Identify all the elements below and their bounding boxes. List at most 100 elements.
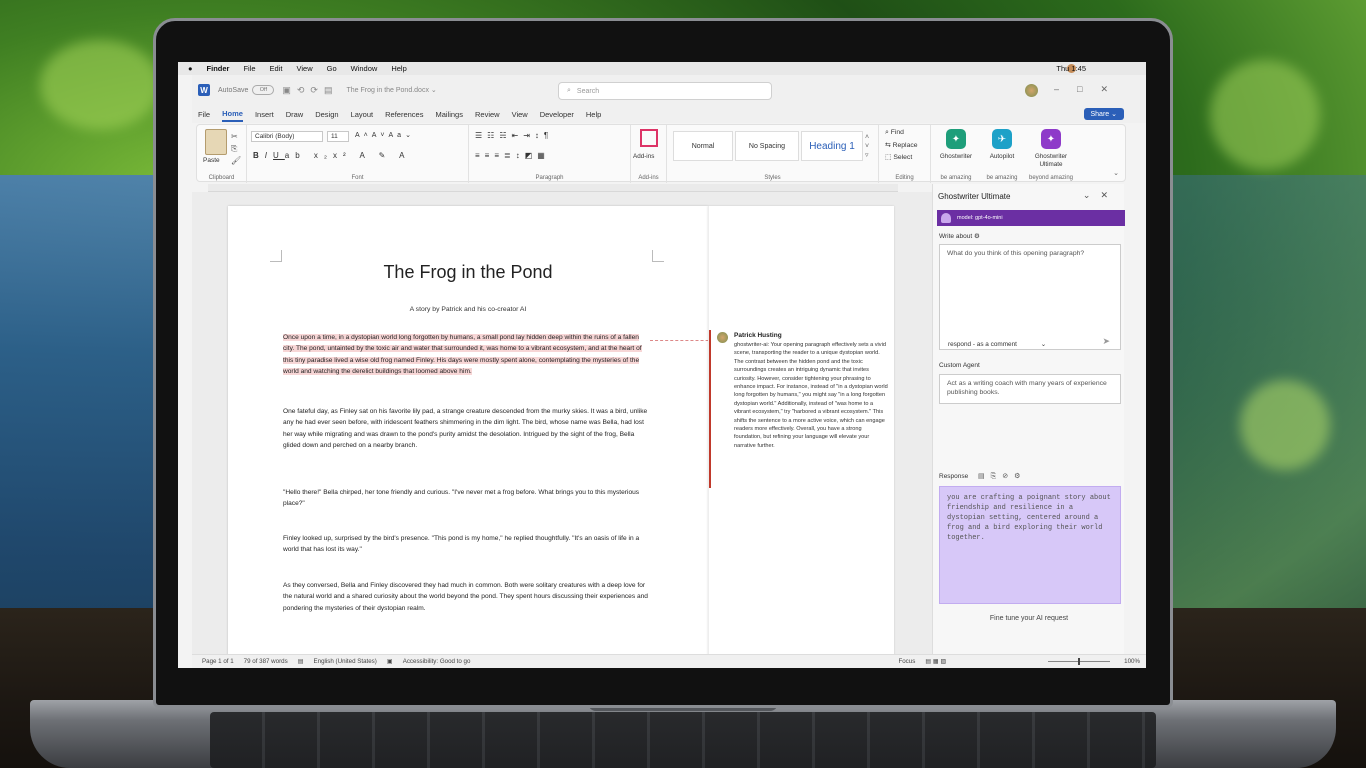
style-no-spacing[interactable]: No Spacing <box>735 131 799 161</box>
macro-icon[interactable]: ▣ <box>387 658 393 665</box>
group-font: Calibri (Body) 11 A˄A˅Aa⌄ BIUab x₂x² A ✎… <box>247 125 469 183</box>
page-count[interactable]: Page 1 of 1 <box>202 658 234 665</box>
write-about-input[interactable]: What do you think of this opening paragr… <box>939 244 1121 350</box>
menubar-edit[interactable]: Edit <box>270 64 283 73</box>
comment-text[interactable]: ghostwriter-ai: Your opening paragraph e… <box>734 341 888 450</box>
tab-mailings[interactable]: Mailings <box>435 108 463 121</box>
pane-title: Ghostwriter Ultimate <box>938 192 1011 201</box>
replace-icon: ⇆ <box>885 142 893 149</box>
document-page[interactable]: The Frog in the Pond A story by Patrick … <box>228 206 744 654</box>
view-buttons[interactable]: ▤ ▦ ▨ <box>925 658 946 665</box>
addins-icon[interactable] <box>640 129 658 147</box>
ghostwriter-ultimate-group: beyond amazing <box>1028 175 1074 181</box>
ghostwriter-group: be amazing <box>940 175 972 181</box>
proofing-icon[interactable]: ▤ <box>298 658 304 665</box>
group-label-styles: Styles <box>764 175 781 181</box>
write-about-value: What do you think of this opening paragr… <box>947 250 1085 257</box>
user-avatar[interactable] <box>1025 84 1038 97</box>
mac-menubar: ● Finder File Edit View Go Window Help T… <box>178 62 1146 75</box>
window-controls[interactable]: –□✕ <box>1054 84 1126 95</box>
style-normal[interactable]: Normal <box>673 131 733 161</box>
paste-button[interactable]: Paste <box>203 157 220 164</box>
settings-icon[interactable]: ⚙ <box>974 233 980 240</box>
align-buttons[interactable]: ≡≡≡≣↕◩▦ <box>475 151 550 160</box>
autosave-toggle[interactable]: Off <box>252 85 275 95</box>
style-heading-1[interactable]: Heading 1 <box>801 131 863 161</box>
tab-view[interactable]: View <box>512 108 528 121</box>
ghostwriter-label: Ghostwriter <box>939 153 973 160</box>
fine-tune-link[interactable]: Fine tune your AI request <box>933 615 1125 622</box>
paragraph: Finley looked up, surprised by the bird'… <box>283 535 640 554</box>
custom-agent-value: Act as a writing coach with many years o… <box>947 380 1107 396</box>
search-placeholder: Search <box>576 87 600 95</box>
group-label-font: Font <box>351 175 364 181</box>
list-buttons[interactable]: ☰☷☵⇤⇥↕¶ <box>475 131 553 140</box>
response-output[interactable]: you are crafting a poignant story about … <box>939 486 1121 604</box>
language[interactable]: English (United States) <box>314 658 377 665</box>
ribbon-collapse-icon[interactable]: ⌄ <box>1113 169 1119 177</box>
group-paragraph: ☰☷☵⇤⇥↕¶ ≡≡≡≣↕◩▦ Paragraph <box>469 125 631 183</box>
addins-button[interactable]: Add-ins <box>633 153 654 160</box>
clipboard-icon[interactable] <box>205 129 227 155</box>
accessibility-status[interactable]: Accessibility: Good to go <box>403 658 471 665</box>
word-count[interactable]: 79 of 387 words <box>244 658 288 665</box>
menubar-go[interactable]: Go <box>327 64 337 73</box>
tab-insert[interactable]: Insert <box>255 108 274 121</box>
cut-copy-icons[interactable]: ✂ ⎘ 🖌 <box>231 131 241 167</box>
mode-select[interactable]: respond - as a comment ⌄ <box>948 340 1046 348</box>
mode-value: respond - as a comment <box>948 341 1017 348</box>
select-button[interactable]: ⬚ Select <box>885 153 912 161</box>
ribbon-tabs: File Home Insert Draw Design Layout Refe… <box>192 105 1146 123</box>
menubar-file[interactable]: File <box>243 64 255 73</box>
find-button[interactable]: ⌕ Find <box>885 129 904 137</box>
font-name-select[interactable]: Calibri (Body) <box>251 131 323 142</box>
tab-developer[interactable]: Developer <box>540 108 574 121</box>
tab-review[interactable]: Review <box>475 108 500 121</box>
tab-help[interactable]: Help <box>586 108 601 121</box>
tab-references[interactable]: References <box>385 108 423 121</box>
write-about-label: Write about ⚙ <box>939 232 980 240</box>
menubar-clock: Thu 1:45 <box>1056 64 1086 73</box>
group-styles: Normal No Spacing Heading 1 ˄ ˅ ▿ Styles <box>667 125 879 183</box>
ribbon: Paste ✂ ⎘ 🖌 Clipboard Calibri (Body) 11 A˄… <box>196 124 1126 183</box>
styles-scroll-icon[interactable]: ˄ ˅ ▿ <box>865 133 869 160</box>
comment-avatar <box>717 332 728 343</box>
tab-file[interactable]: File <box>198 108 210 121</box>
paragraph: One fateful day, as Finley sat on his fa… <box>283 408 648 450</box>
write-about-text: Write about <box>939 233 973 240</box>
replace-button[interactable]: ⇆ Replace <box>885 141 918 149</box>
autopilot-label: Autopilot <box>989 153 1015 160</box>
custom-agent-input[interactable]: Act as a writing coach with many years o… <box>939 374 1121 404</box>
addin-autopilot[interactable]: ✈ Autopilot be amazing <box>979 125 1025 183</box>
format-buttons[interactable]: BIUab x₂x² A ✎ A <box>253 151 410 160</box>
focus-button[interactable]: Focus <box>898 658 915 665</box>
zoom-knob[interactable] <box>1078 658 1080 665</box>
tab-layout[interactable]: Layout <box>351 108 374 121</box>
document-title-dropdown[interactable]: The Frog in the Pond.docx ⌄ <box>346 86 436 94</box>
tab-home[interactable]: Home <box>222 107 243 122</box>
font-size-select[interactable]: 11 <box>327 131 349 142</box>
group-label-addins: Add-ins <box>638 175 659 181</box>
tab-design[interactable]: Design <box>315 108 338 121</box>
addin-ghostwriter[interactable]: ✦ Ghostwriter be amazing <box>933 125 979 183</box>
apple-icon[interactable]: ● <box>188 64 193 73</box>
select-label: Select <box>893 154 913 161</box>
quick-access-icons[interactable]: ▣⟲⟳▤ <box>282 85 338 96</box>
group-label-paragraph: Paragraph <box>535 175 564 181</box>
search-input[interactable]: ⌕ Search <box>558 82 772 100</box>
share-button[interactable]: Share ⌄ <box>1083 108 1124 120</box>
document-heading: The Frog in the Pond <box>383 262 553 282</box>
menubar-app[interactable]: Finder <box>207 64 230 73</box>
menubar-view[interactable]: View <box>296 64 312 73</box>
tab-draw[interactable]: Draw <box>286 108 304 121</box>
response-tools[interactable]: ▤⎘⊘⚙ <box>978 472 1026 481</box>
pane-controls[interactable]: ⌄✕ <box>1083 190 1118 201</box>
zoom-level[interactable]: 100% <box>1124 658 1140 665</box>
send-icon[interactable]: ➤ <box>1102 336 1110 347</box>
menubar-window[interactable]: Window <box>351 64 378 73</box>
menubar-help[interactable]: Help <box>391 64 406 73</box>
autosave-label: AutoSave <box>218 86 249 94</box>
find-label: Find <box>890 129 904 136</box>
font-size-buttons[interactable]: A˄A˅Aa⌄ <box>355 131 415 139</box>
addin-ghostwriter-ultimate[interactable]: ✦ Ghostwriter Ultimate beyond amazing <box>1025 125 1077 183</box>
